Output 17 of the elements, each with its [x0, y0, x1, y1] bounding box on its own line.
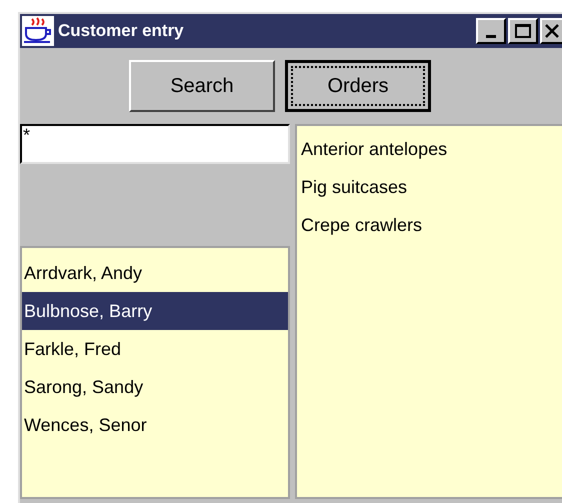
customer-item[interactable]: Wences, Senor	[22, 406, 288, 444]
coffee-cup-icon	[22, 16, 54, 46]
customer-item[interactable]: Sarong, Sandy	[22, 368, 288, 406]
minimize-button[interactable]	[476, 18, 506, 44]
close-button[interactable]	[540, 18, 562, 44]
maximize-button[interactable]	[508, 18, 538, 44]
search-field[interactable]: *	[20, 124, 290, 164]
close-icon	[545, 24, 559, 38]
order-item[interactable]: Crepe crawlers	[297, 206, 562, 244]
action-button[interactable]: Search	[129, 60, 275, 112]
customer-item[interactable]: Farkle, Fred	[22, 330, 288, 368]
order-item[interactable]: Anterior antelopes	[297, 130, 562, 168]
action-button[interactable]: Orders	[285, 60, 431, 112]
window-title: Customer entry	[58, 20, 184, 42]
customer-item[interactable]: Bulbnose, Barry	[22, 292, 288, 330]
customer-item[interactable]: Arrdvark, Andy	[22, 254, 288, 292]
order-item[interactable]: Pig suitcases	[297, 168, 562, 206]
